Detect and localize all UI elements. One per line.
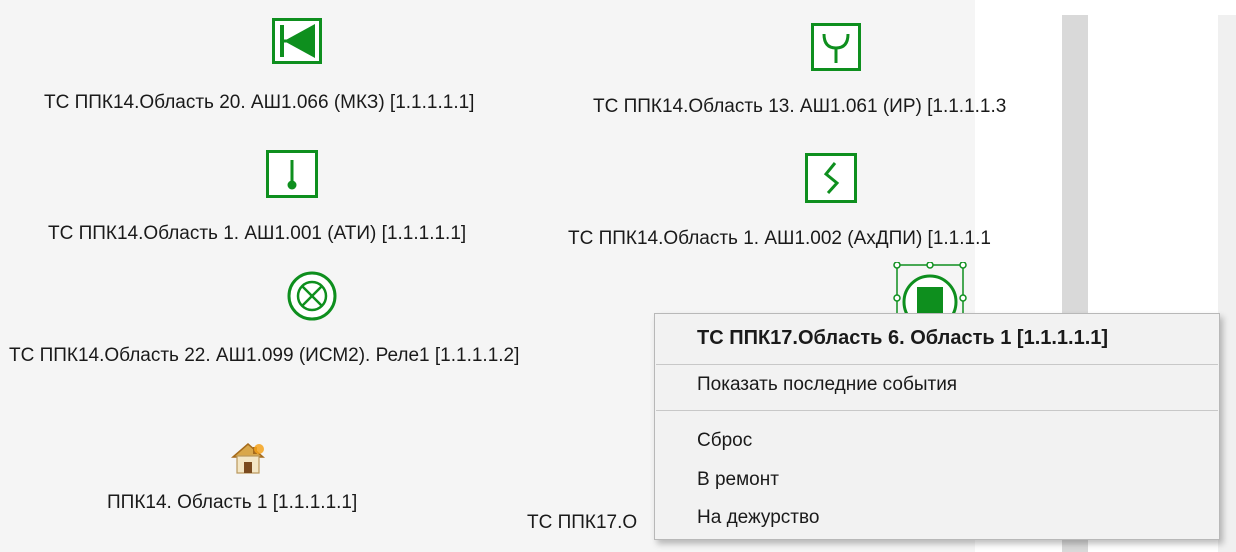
thermometer-sensor-icon[interactable]	[266, 150, 318, 198]
relay-circle-x-icon[interactable]	[286, 270, 338, 322]
plan-window: ТС ППК14.Область 20. АШ1.066 (МКЗ) [1.1.…	[0, 0, 1236, 552]
right-panel-edge	[1218, 15, 1236, 552]
menu-separator	[656, 410, 1218, 411]
sensor-label: ТС ППК14.Область 22. АШ1.099 (ИСМ2). Рел…	[9, 345, 520, 366]
zigzag-sensor-icon[interactable]	[805, 153, 857, 203]
menu-item-reset[interactable]: Сброс	[697, 430, 752, 452]
menu-item-to-repair[interactable]: В ремонт	[697, 469, 779, 491]
sensor-label: ППК14. Область 1 [1.1.1.1.1]	[107, 492, 358, 513]
sensor-label: ТС ППК14.Область 20. АШ1.066 (МКЗ) [1.1.…	[44, 92, 475, 113]
sensor-label: ТС ППК14.Область 13. АШ1.061 (ИР) [1.1.1…	[593, 96, 1007, 117]
flag-sensor-icon[interactable]	[272, 18, 322, 64]
menu-item-on-duty[interactable]: На дежурство	[697, 507, 819, 529]
y-shape-sensor-icon[interactable]	[811, 23, 861, 71]
context-menu: ТС ППК17.Область 6. Область 1 [1.1.1.1.1…	[654, 313, 1220, 540]
sensor-label: ТС ППК14.Область 1. АШ1.002 (АхДПИ) [1.1…	[568, 228, 991, 249]
sensor-label: ТС ППК17.О	[527, 512, 638, 533]
menu-item-show-last-events[interactable]: Показать последние события	[697, 374, 957, 396]
menu-separator	[656, 364, 1218, 365]
house-icon[interactable]	[229, 440, 267, 476]
sensor-label: ТС ППК14.Область 1. АШ1.001 (АТИ) [1.1.1…	[48, 223, 467, 244]
context-menu-header: ТС ППК17.Область 6. Область 1 [1.1.1.1.1…	[697, 327, 1109, 349]
